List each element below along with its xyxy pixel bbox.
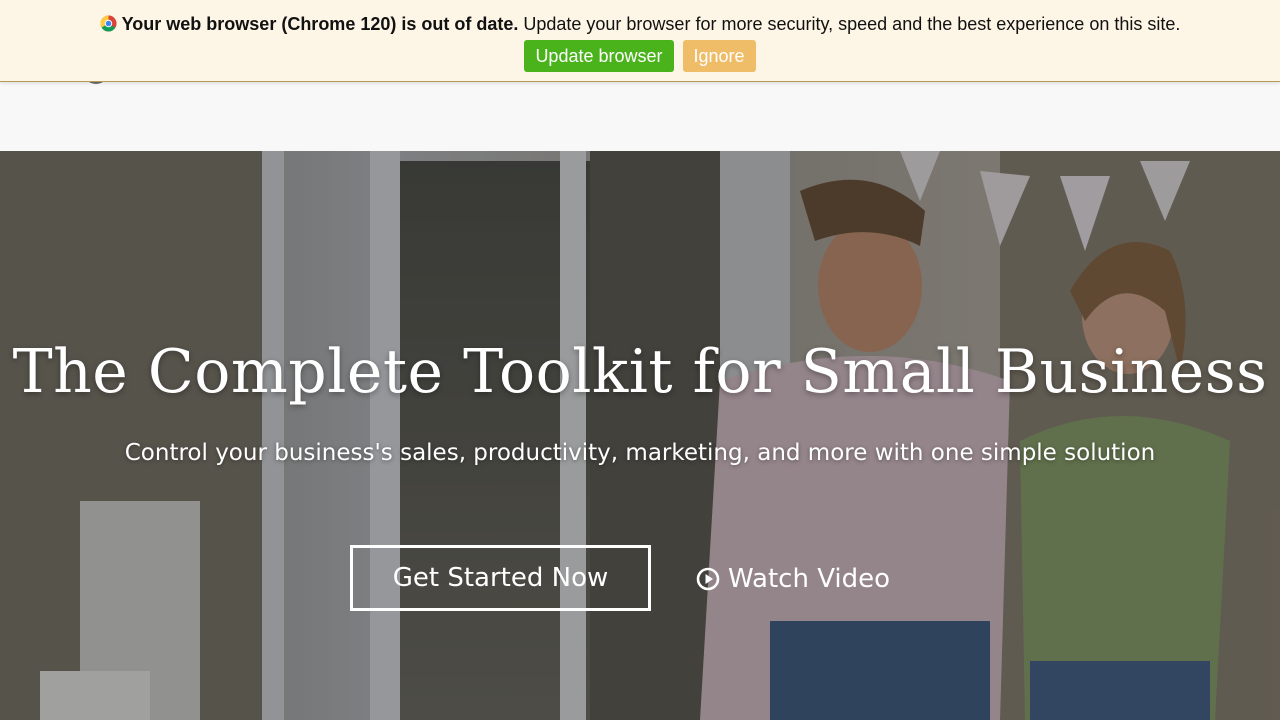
banner-message: Your web browser (Chrome 120) is out of … bbox=[0, 13, 1280, 35]
play-circle-icon bbox=[696, 567, 720, 591]
chrome-icon bbox=[100, 15, 117, 32]
get-started-button[interactable]: Get Started Now bbox=[350, 545, 651, 611]
site-header bbox=[0, 82, 1280, 151]
hero-overlay bbox=[0, 151, 1280, 720]
browser-update-banner: Your web browser (Chrome 120) is out of … bbox=[0, 0, 1280, 82]
banner-text: Update your browser for more security, s… bbox=[518, 14, 1181, 34]
hero-section: The Complete Toolkit for Small Business … bbox=[0, 151, 1280, 720]
watch-video-label: Watch Video bbox=[728, 564, 891, 594]
banner-bold-text: Your web browser (Chrome 120) is out of … bbox=[121, 14, 519, 34]
update-browser-button[interactable]: Update browser bbox=[524, 40, 674, 72]
watch-video-link[interactable]: Watch Video bbox=[696, 559, 890, 599]
hero-title: The Complete Toolkit for Small Business bbox=[12, 337, 1268, 407]
banner-buttons: Update browser Ignore bbox=[0, 40, 1280, 72]
hero-subtitle: Control your business's sales, productiv… bbox=[124, 440, 1156, 466]
ignore-button[interactable]: Ignore bbox=[682, 40, 756, 72]
